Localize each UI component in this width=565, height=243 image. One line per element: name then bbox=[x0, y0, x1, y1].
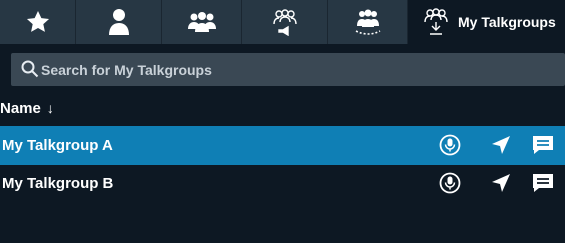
search-icon bbox=[21, 60, 39, 83]
list-item[interactable]: My Talkgroup A bbox=[0, 126, 565, 165]
tab-talkgroup-broadcast[interactable] bbox=[242, 0, 328, 44]
talkgroup-broadcast-icon bbox=[272, 9, 297, 36]
star-icon bbox=[26, 10, 49, 32]
message-icon[interactable] bbox=[531, 172, 555, 194]
microphone-icon[interactable] bbox=[439, 172, 461, 194]
tab-my-talkgroups[interactable]: My Talkgroups bbox=[408, 0, 565, 44]
tab-groups[interactable] bbox=[162, 0, 242, 44]
search-bar bbox=[0, 44, 565, 92]
tab-bar: My Talkgroups bbox=[0, 0, 565, 44]
microphone-icon[interactable] bbox=[439, 134, 461, 156]
name-header-label: Name bbox=[0, 99, 41, 117]
tab-users[interactable] bbox=[76, 0, 162, 44]
tab-talkgroup-scan[interactable] bbox=[328, 0, 408, 44]
name-column-header[interactable]: Name ↓ bbox=[0, 94, 54, 122]
location-arrow-icon[interactable] bbox=[490, 172, 512, 194]
arrow-down-icon: ↓ bbox=[46, 100, 54, 116]
talkgroup-name: My Talkgroup A bbox=[2, 137, 113, 154]
user-icon bbox=[108, 9, 129, 35]
talkgroup-download-icon bbox=[424, 8, 448, 35]
message-icon[interactable] bbox=[531, 134, 555, 156]
tab-my-talkgroups-label: My Talkgroups bbox=[458, 14, 556, 30]
talkgroup-scan-icon bbox=[355, 9, 380, 35]
search-input[interactable] bbox=[41, 53, 541, 86]
search-box bbox=[11, 53, 565, 86]
list-item[interactable]: My Talkgroup B bbox=[0, 164, 565, 203]
tab-favorites[interactable] bbox=[0, 0, 76, 44]
talkgroup-name: My Talkgroup B bbox=[2, 175, 114, 192]
group-icon bbox=[187, 12, 216, 32]
location-arrow-icon[interactable] bbox=[490, 134, 512, 156]
